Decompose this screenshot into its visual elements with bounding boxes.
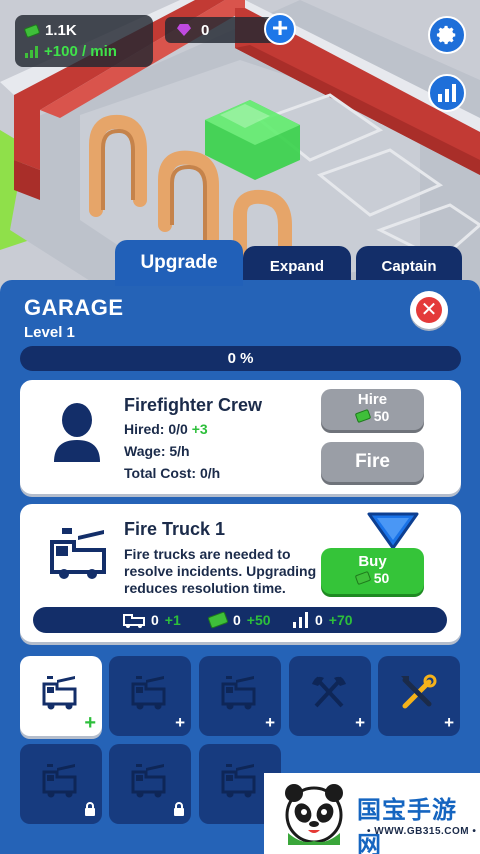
fire-truck-icon [221,764,256,798]
gem-icon [177,24,191,36]
slot-5[interactable]: + [378,656,460,736]
add-icon: + [444,713,454,732]
stat-trucks-bonus: +1 [164,612,181,628]
crew-hired-bonus: +3 [191,421,208,437]
fire-truck-icon [131,764,166,798]
close-button[interactable]: ✕ [410,291,448,329]
fire-button[interactable]: Fire [321,442,424,482]
panel-title: GARAGE [24,295,124,320]
add-icon: + [175,713,185,732]
watermark-brand: 国宝手游网 [357,796,457,854]
tutorial-arrow-icon [367,512,419,550]
gear-icon [436,25,456,45]
add-icon: + [265,713,275,732]
stat-speed: 0 +70 [293,607,353,633]
add-icon: + [355,713,365,732]
slot-6[interactable] [20,744,102,824]
watermark-url: • WWW.GB315.COM • [367,826,477,837]
lock-icon [84,802,96,818]
stat-income-value: 0 [233,612,241,628]
crew-hired: Hired: 0/0 +3 [124,421,208,437]
gem-amount: 0 [201,21,210,39]
fire-truck-icon [123,614,145,628]
slot-2[interactable]: + [109,656,191,736]
buy-button[interactable]: Buy 50 [321,548,424,594]
crew-total-cost: Total Cost: 0/h [124,465,221,481]
crew-wage: Wage: 5/h [124,443,190,459]
stat-trucks: 0 +1 [123,607,181,633]
stat-income: 0 +50 [207,607,271,633]
stat-speed-bonus: +70 [328,612,353,628]
crew-hired-label: Hired: 0/0 [124,421,188,437]
tab-upgrade[interactable]: Upgrade [115,240,243,286]
cash-icon [354,408,371,424]
panda-logo-icon [285,784,343,845]
axes-icon [312,676,346,708]
slot-3[interactable]: + [199,656,281,736]
truck-description-line-3: reduces resolution time. [124,580,286,596]
cash-icon [23,23,41,38]
fire-truck-icon [50,528,106,579]
close-icon: ✕ [416,297,442,323]
fire-truck-icon [42,764,77,798]
firefighter-avatar-icon [54,403,100,462]
level-progress-bar: 0 % [20,346,461,371]
stat-income-bonus: +50 [246,612,271,628]
tools-icon [401,674,437,709]
cash-icon [207,611,229,629]
truck-description-line-2: resolve incidents. Upgrading [124,563,317,579]
buy-price: 50 [373,570,390,586]
currency-panel: 1.1K +100 / min [15,15,153,67]
stat-trucks-value: 0 [151,612,159,628]
add-icon: + [84,712,96,734]
truck-stats-bar: 0 +1 0 +50 0 +70 [33,607,447,633]
stats-button[interactable] [428,74,466,112]
stat-speed-value: 0 [315,612,323,628]
progress-text: 0 % [227,350,254,367]
slot-7[interactable] [109,744,191,824]
hire-button[interactable]: Hire 50 [321,389,424,430]
add-gems-button[interactable]: + [264,13,296,45]
income-rate: +100 / min [44,43,117,60]
cash-icon [354,570,371,586]
hire-label: Hire [357,391,388,408]
speed-icon [293,612,309,628]
truck-title: Fire Truck 1 [124,519,226,539]
watermark: 国宝手游网 • WWW.GB315.COM • [264,773,480,854]
lock-icon [173,802,185,818]
fire-truck-icon [131,676,166,710]
level-label: Level 1 [24,324,75,341]
hire-price: 50 [373,408,390,424]
slot-1[interactable]: + [20,656,102,736]
bar-chart-icon [438,84,456,102]
settings-button[interactable] [428,16,466,54]
income-rate-icon [25,45,38,58]
slot-4[interactable]: + [289,656,371,736]
crew-title: Firefighter Crew [124,395,263,415]
fire-truck-icon [221,676,256,710]
buy-label: Buy [358,553,387,570]
money-amount: 1.1K [45,22,77,39]
truck-description-line-1: Fire trucks are needed to [124,546,291,562]
fire-truck-icon [42,676,77,710]
